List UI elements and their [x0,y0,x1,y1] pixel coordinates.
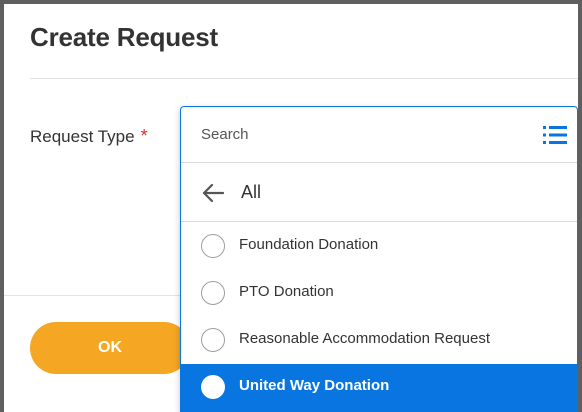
option-reasonable-accommodation-request[interactable]: Reasonable Accommodation Request [181,317,577,364]
page-title: Create Request [30,22,218,52]
option-label: United Way Donation [239,377,390,394]
search-row [181,107,577,163]
radio-icon[interactable] [201,328,225,352]
create-request-dialog: Create Request Request Type* OK All Foun [4,4,578,412]
option-label: Foundation Donation [239,236,379,253]
radio-icon[interactable] [201,281,225,305]
search-input[interactable] [201,123,521,145]
ok-button[interactable]: OK [30,322,190,374]
title-divider [30,78,578,79]
request-type-label-text: Request Type [30,127,135,146]
option-label: PTO Donation [239,283,334,300]
required-marker: * [140,126,148,146]
option-pto-donation[interactable]: PTO Donation [181,270,577,317]
option-label: Reasonable Accommodation Request [239,330,490,347]
arrow-left-icon[interactable] [201,182,225,204]
radio-icon[interactable] [201,375,225,399]
option-foundation-donation[interactable]: Foundation Donation [181,223,577,270]
list-icon[interactable] [543,125,567,145]
back-to-all-row[interactable]: All [181,164,577,222]
option-united-way-donation[interactable]: United Way Donation [181,364,577,411]
radio-icon[interactable] [201,234,225,258]
request-type-dropdown: All Foundation Donation PTO Donation Rea… [180,106,578,412]
request-type-label: Request Type * [30,126,148,147]
back-label: All [241,182,262,202]
